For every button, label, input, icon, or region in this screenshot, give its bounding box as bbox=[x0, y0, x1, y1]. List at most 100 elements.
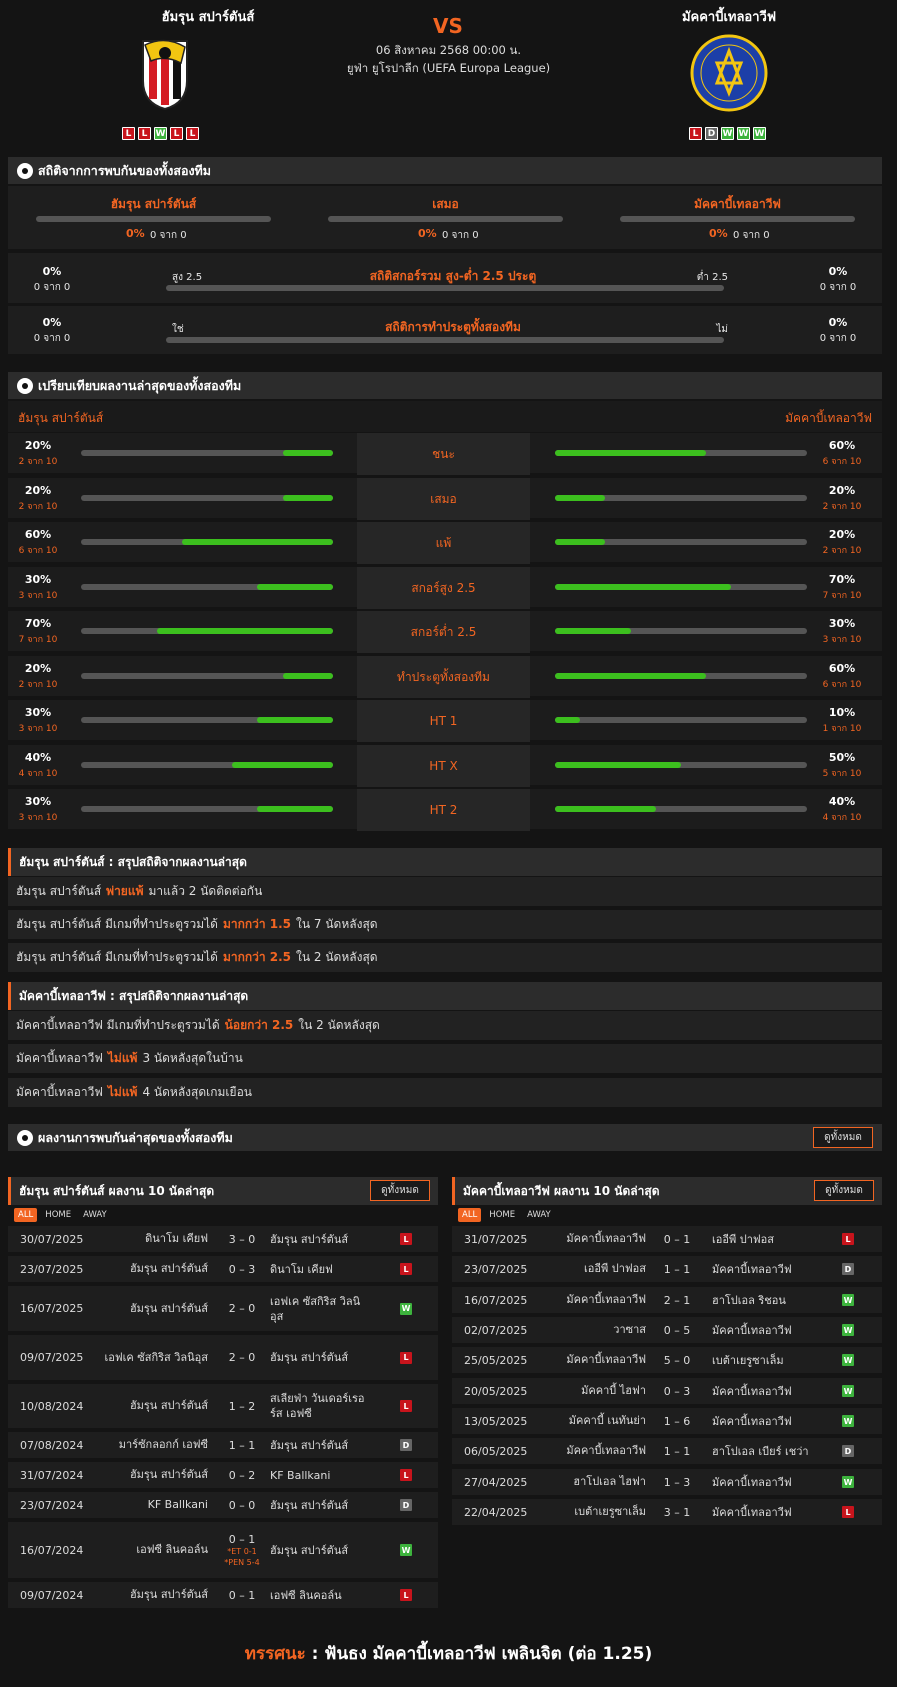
match-home-team: ดินาโม เคียฟ bbox=[145, 1232, 208, 1245]
match-row[interactable]: 25/05/2025 มัคคาบี้เทลอาวีฟ 5 – 0 เบต้าเยรู… bbox=[452, 1347, 882, 1375]
summary-highlight: ไม่แพ้ bbox=[107, 1051, 138, 1065]
match-score-box: 0 – 3 bbox=[218, 1256, 266, 1282]
match-home-team: เอฟเค ซัสกิริส วิลนิอุส bbox=[104, 1350, 209, 1364]
home-sub: 3 จาก 10 bbox=[18, 591, 58, 601]
match-row[interactable]: 09/07/2024 ฮัมรุน สปาร์ตันส์ 0 – 1 เอฟซี ลิ… bbox=[8, 1582, 438, 1610]
match-away-team: KF Ballkani bbox=[270, 1468, 331, 1482]
verdict-text: ฟันธง มัคคาบี้เทลอาวีฟ เพลินจิต (ต่อ 1.2… bbox=[324, 1644, 653, 1664]
match-away-team: มัคคาบี้เทลอาวีฟ bbox=[712, 1262, 792, 1276]
match-row[interactable]: 13/05/2025 มัคคาบี้ เนทันย่า 1 – 6 มัคคาบี้… bbox=[452, 1408, 882, 1436]
home-bar-fill bbox=[257, 806, 333, 812]
away-team-name[interactable]: มัคคาบี้เทลอาวีฟ bbox=[609, 6, 849, 27]
home-bar-fill bbox=[232, 762, 333, 768]
away-sub: 4 จาก 10 bbox=[822, 813, 862, 823]
match-row[interactable]: 16/07/2025 ฮัมรุน สปาร์ตันส์ 2 – 0 เอฟเค ซั… bbox=[8, 1286, 438, 1333]
match-result-badge: W bbox=[842, 1324, 854, 1336]
match-row[interactable]: 31/07/2025 มัคคาบี้เทลอาวีฟ 0 – 1 เออีพี ปา… bbox=[452, 1226, 882, 1254]
match-score-box: 0 – 1 bbox=[218, 1582, 266, 1608]
away-sub: 2 จาก 10 bbox=[822, 502, 862, 512]
away-pct: 60% bbox=[828, 662, 856, 675]
match-row[interactable]: 23/07/2025 ฮัมรุน สปาร์ตันส์ 0 – 3 ดินาโม เ… bbox=[8, 1256, 438, 1284]
match-row[interactable]: 09/07/2025 เอฟเค ซัสกิริส วิลนิอุส 2 – 0 ฮั… bbox=[8, 1335, 438, 1382]
match-row[interactable]: 30/07/2025 ดินาโม เคียฟ 3 – 0 ฮัมรุน สปาร์ต… bbox=[8, 1226, 438, 1254]
home-sub: 2 จาก 10 bbox=[18, 502, 58, 512]
match-date: 10/08/2024 bbox=[20, 1399, 84, 1413]
home-sub: 7 จาก 10 bbox=[18, 635, 58, 645]
h2h-home-bar bbox=[36, 216, 271, 222]
h2h-draw-pct: 0% bbox=[418, 227, 437, 240]
match-home-team: มัคคาบี้ ไฮฟา bbox=[581, 1384, 646, 1397]
match-row[interactable]: 27/04/2025 ฮาโปเอล ไฮฟา 1 – 3 มัคคาบี้เทลอา… bbox=[452, 1469, 882, 1497]
match-row[interactable]: 23/07/2025 เออีพี ปาฟอส 1 – 1 มัคคาบี้เทลอา… bbox=[452, 1256, 882, 1284]
match-row[interactable]: 31/07/2024 ฮัมรุน สปาร์ตันส์ 0 – 2 KF Ballk… bbox=[8, 1462, 438, 1490]
match-score: 2 – 0 bbox=[228, 1351, 256, 1364]
h2h-away-pct: 0% bbox=[709, 227, 728, 240]
summary-highlight: น้อยกว่า 2.5 bbox=[224, 1018, 294, 1032]
home-team-name[interactable]: ฮัมรุน สปาร์ตันส์ bbox=[88, 6, 328, 27]
match-row[interactable]: 02/07/2025 วาซาส 0 – 5 มัคคาบี้เทลอาวีฟ W bbox=[452, 1317, 882, 1345]
compare-away-team: มัคคาบี้เทลอาวีฟ bbox=[785, 411, 872, 425]
match-row[interactable]: 16/07/2025 มัคคาบี้เทลอาวีฟ 2 – 1 ฮาโปเอล ร… bbox=[452, 1287, 882, 1315]
away-view-all-button[interactable]: ดูทั้งหมด bbox=[814, 1180, 874, 1201]
compare-row: 30% 3 จาก 10 HT 1 10% 1 จาก 10 bbox=[8, 700, 882, 742]
home-form: L L W L L bbox=[122, 127, 199, 140]
match-result-badge: L bbox=[400, 1469, 412, 1481]
form-badge: W bbox=[721, 127, 734, 140]
match-home-team: KF Ballkani bbox=[147, 1498, 208, 1511]
compare-row: 60% 6 จาก 10 แพ้ 20% 2 จาก 10 bbox=[8, 522, 882, 564]
match-row[interactable]: 20/05/2025 มัคคาบี้ ไฮฟา 0 – 3 มัคคาบี้เทลอ… bbox=[452, 1378, 882, 1406]
home-bar-fill bbox=[157, 628, 333, 634]
btts-left-pct: 0% bbox=[42, 316, 62, 329]
match-score: 0 – 1 bbox=[663, 1232, 691, 1246]
ou-title: สถิติสกอร์รวม สูง-ต่ำ 2.5 ประตู bbox=[369, 269, 537, 283]
match-home-team: ฮัมรุน สปาร์ตันส์ bbox=[129, 1262, 208, 1275]
away-sub: 1 จาก 10 bbox=[822, 724, 862, 734]
home-sub: 4 จาก 10 bbox=[18, 769, 58, 779]
match-row[interactable]: 07/08/2024 มาร์ซักลอกก์ เอฟซี 1 – 1 ฮัมรุน … bbox=[8, 1432, 438, 1460]
match-row[interactable]: 16/07/2024 เอฟซี ลินคอล์น 0 – 1 *ET 0-1 *PE… bbox=[8, 1522, 438, 1580]
ou-bar bbox=[166, 285, 724, 291]
view-all-button[interactable]: ดูทั้งหมด bbox=[813, 1127, 873, 1148]
match-home-team: มัคคาบี้เทลอาวีฟ bbox=[566, 1293, 646, 1306]
tab-all[interactable]: ALL bbox=[14, 1208, 38, 1222]
away-bar-fill bbox=[555, 762, 681, 768]
match-result-badge: L bbox=[400, 1589, 412, 1601]
form-badge: W bbox=[737, 127, 750, 140]
match-score-box: 0 – 1 *ET 0-1 *PEN 5-4 bbox=[218, 1522, 266, 1578]
away-sub: 7 จาก 10 bbox=[822, 591, 862, 601]
home-sub: 2 จาก 10 bbox=[18, 680, 58, 690]
section-title: ผลงานการพบกันล่าสุดของทั้งสองทีม bbox=[38, 1129, 233, 1145]
match-date: 25/05/2025 bbox=[464, 1353, 528, 1367]
ou-right-label: ต่ำ 2.5 bbox=[696, 272, 728, 283]
match-row[interactable]: 22/04/2025 เบต้าเยรูซาเล็ม 3 – 1 มัคคาบี้เท… bbox=[452, 1499, 882, 1527]
home-view-all-button[interactable]: ดูทั้งหมด bbox=[370, 1180, 430, 1201]
tab-away[interactable]: AWAY bbox=[523, 1208, 555, 1222]
tab-away[interactable]: AWAY bbox=[79, 1208, 111, 1222]
section-title: สถิติจากการพบกันของทั้งสองทีม bbox=[38, 162, 212, 178]
match-score-box: 5 – 0 bbox=[652, 1347, 702, 1373]
match-date: 16/07/2024 bbox=[20, 1543, 84, 1557]
football-icon bbox=[17, 377, 33, 394]
form-badge: L bbox=[122, 127, 135, 140]
h2h-section-header: สถิติจากการพบกันของทั้งสองทีม bbox=[8, 157, 882, 184]
match-row[interactable]: 10/08/2024 ฮัมรุน สปาร์ตันส์ 1 – 2 สเลียฟ่า… bbox=[8, 1384, 438, 1430]
home-team-logo[interactable] bbox=[125, 33, 205, 113]
btts-title: สถิติการทำประตูทั้งสองทีม bbox=[385, 320, 521, 334]
match-row[interactable]: 23/07/2024 KF Ballkani 0 – 0 ฮัมรุน สปาร์ตั… bbox=[8, 1492, 438, 1520]
home-bar-fill bbox=[283, 450, 333, 456]
tab-home[interactable]: HOME bbox=[485, 1208, 519, 1222]
tab-home[interactable]: HOME bbox=[41, 1208, 75, 1222]
match-away-team: มัคคาบี้เทลอาวีฟ bbox=[712, 1384, 792, 1398]
match-result-badge: W bbox=[842, 1476, 854, 1488]
compare-section-header: เปรียบเทียบผลงานล่าสุดของทั้งสองทีม bbox=[8, 372, 882, 399]
match-row[interactable]: 06/05/2025 มัคคาบี้เทลอาวีฟ 1 – 1 ฮาโปเอล เ… bbox=[452, 1438, 882, 1466]
match-result-badge: L bbox=[842, 1233, 854, 1245]
match-home-team: ฮัมรุน สปาร์ตันส์ bbox=[129, 1301, 208, 1315]
away-team-logo[interactable] bbox=[689, 33, 769, 113]
match-score-box: 2 – 0 bbox=[218, 1286, 266, 1331]
summary-row: มัคคาบี้เทลอาวีฟ มีเกมที่ทำประตูรวมได้ น้… bbox=[8, 1011, 882, 1042]
tab-all[interactable]: ALL bbox=[458, 1208, 482, 1222]
away-bar-fill bbox=[555, 495, 605, 501]
away-bar-fill bbox=[555, 806, 656, 812]
match-date: 27/04/2025 bbox=[464, 1475, 528, 1489]
